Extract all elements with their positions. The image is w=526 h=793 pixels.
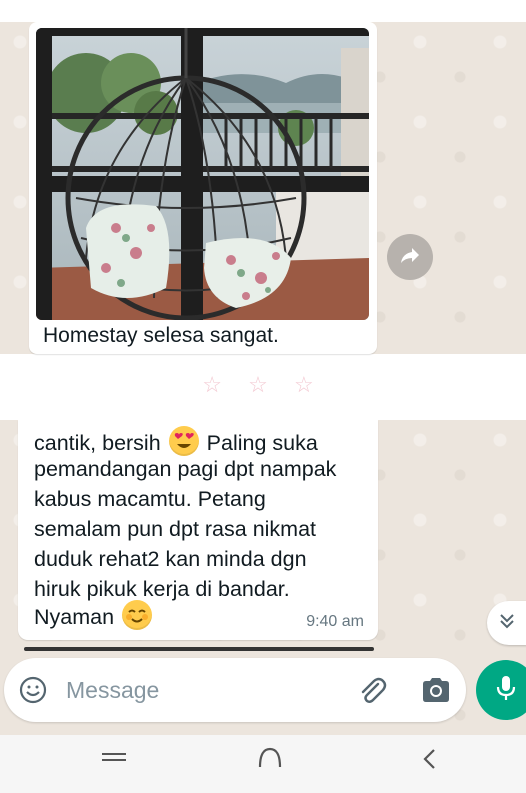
message-line-5: duduk rehat2 kan minda dgn: [34, 547, 307, 571]
message-line-6: hiruk pikuk kerja di bandar.: [34, 577, 290, 601]
smiley-icon[interactable]: [18, 675, 48, 710]
home-icon[interactable]: [256, 745, 284, 774]
back-icon[interactable]: [420, 747, 440, 776]
heart-eyes-emoji-icon: [168, 426, 199, 456]
camera-icon[interactable]: [420, 675, 452, 710]
recents-icon[interactable]: [100, 747, 128, 772]
forward-arrow-icon: [398, 243, 422, 272]
smiling-blush-emoji-icon: [122, 600, 153, 630]
message-text: cantik, bersih: [34, 431, 161, 455]
message-text: Nyaman: [34, 605, 115, 629]
message-timestamp: 9:40 am: [306, 613, 364, 630]
message-line-1: cantik, bersih Paling suka: [34, 426, 318, 456]
text-message-bubble[interactable]: cantik, bersih Paling suka pemandangan p…: [18, 420, 378, 640]
message-photo[interactable]: [36, 28, 369, 320]
star-divider: ☆ ☆ ☆: [202, 372, 324, 397]
system-nav-bar: [0, 735, 526, 793]
microphone-icon: [494, 674, 518, 707]
message-line-3: kabus macamtu. Petang: [34, 487, 266, 511]
forward-button[interactable]: [387, 234, 433, 280]
message-input[interactable]: Message: [66, 677, 159, 704]
message-composer[interactable]: Message: [4, 658, 466, 722]
double-chevron-down-icon: [496, 610, 518, 637]
scroll-to-bottom-button[interactable]: [487, 601, 526, 645]
message-line-2: pemandangan pagi dpt nampak: [34, 457, 337, 481]
next-message-edge: [24, 647, 374, 651]
message-line-7: Nyaman: [34, 600, 154, 630]
message-text: Paling suka: [206, 431, 318, 455]
message-line-4: semalam pun dpt rasa nikmat: [34, 517, 317, 541]
image-caption: Homestay selesa sangat.: [43, 324, 279, 347]
image-message-bubble[interactable]: Homestay selesa sangat.: [29, 22, 377, 354]
paperclip-icon[interactable]: [356, 674, 388, 711]
